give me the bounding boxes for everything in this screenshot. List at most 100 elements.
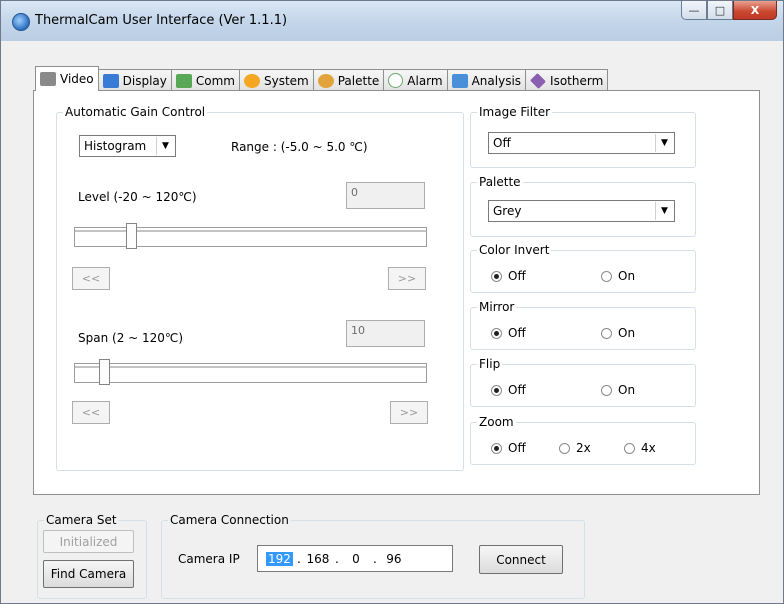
span-label: Span (2 ~ 120℃) [78,331,184,345]
radio-label: On [618,326,636,340]
palette-legend: Palette [479,175,521,189]
close-button[interactable]: X [733,1,777,20]
level-slider-thumb[interactable] [126,223,137,249]
flip-off-radio[interactable]: Off [491,383,526,397]
image-filter-select[interactable]: Off ▼ [488,132,675,154]
color-invert-group: Color Invert [470,243,696,293]
radio-label: Off [508,441,526,455]
span-slider[interactable] [74,359,427,385]
zoom-group: Zoom [470,415,696,465]
window-title: ThermalCam User Interface (Ver 1.1.1) [35,13,288,28]
window-controls: — □ X [681,1,777,21]
level-decrease-button[interactable]: << [72,267,110,290]
ip-octet-1[interactable]: 192 [266,551,293,566]
tab-alarm[interactable]: Alarm [383,69,448,91]
radio-label: Off [508,326,526,340]
agc-mode-select[interactable]: Histogram ▼ [79,135,176,157]
zoom-legend: Zoom [479,415,514,429]
agc-range-text: Range : (-5.0 ~ 5.0 ℃) [231,140,368,154]
level-value-field[interactable]: 0 [346,182,425,209]
radio-unselected-icon [601,270,612,282]
span-slider-groove [75,366,426,368]
app-icon [12,13,30,31]
span-value-field[interactable]: 10 [346,320,425,347]
initialized-button[interactable]: Initialized [43,530,134,553]
tab-label: Display [122,73,167,88]
maximize-button[interactable]: □ [707,1,733,20]
zoom-off-radio[interactable]: Off [491,441,526,455]
radio-unselected-icon [559,442,570,454]
tab-label: Analysis [471,73,522,88]
ip-separator: . [334,551,339,566]
tab-isotherm[interactable]: Isotherm [525,69,609,91]
level-increase-button[interactable]: >> [388,267,426,290]
agc-legend: Automatic Gain Control [65,105,206,119]
span-increase-button[interactable]: >> [390,401,428,424]
tab-system[interactable]: System [238,69,314,91]
monitor-icon [102,73,119,88]
mirror-off-radio[interactable]: Off [491,326,526,340]
camera-set-legend: Camera Set [46,513,117,527]
chevron-down-icon: ▼ [655,202,673,220]
tab-label: Palette [337,73,380,88]
palette-select[interactable]: Grey ▼ [488,200,675,222]
flip-legend: Flip [479,357,501,371]
video-icon [40,72,56,86]
palette-icon [317,73,334,88]
mirror-legend: Mirror [479,300,515,314]
ip-separator: . [372,551,377,566]
span-slider-thumb[interactable] [99,359,110,385]
tab-label: Comm [195,73,235,88]
zoom-4x-radio[interactable]: 4x [624,441,656,455]
chevron-down-icon: ▼ [156,137,174,155]
radio-label: 2x [576,441,591,455]
tab-display[interactable]: Display [97,69,172,91]
connect-button[interactable]: Connect [479,545,563,574]
ip-octet-2[interactable]: 168 [305,552,331,566]
level-slider[interactable] [74,223,427,249]
chart-icon [451,73,468,88]
gear-icon [243,73,260,88]
minimize-button[interactable]: — [681,1,707,20]
radio-label: Off [508,269,526,283]
radio-unselected-icon [601,384,612,396]
ip-separator: . [296,551,301,566]
radio-selected-icon [491,384,502,396]
mirror-group: Mirror [470,300,696,350]
flip-on-radio[interactable]: On [601,383,635,397]
chevron-down-icon: ▼ [655,134,673,152]
title-bar[interactable]: ThermalCam User Interface (Ver 1.1.1) — … [1,1,783,41]
radio-label: Off [508,383,526,397]
tab-label: Isotherm [550,73,604,88]
radio-selected-icon [491,442,502,454]
color-invert-legend: Color Invert [479,243,550,257]
agc-mode-value: Histogram [84,139,147,153]
radio-selected-icon [491,270,502,282]
find-camera-button[interactable]: Find Camera [43,560,134,588]
radio-label: On [618,269,636,283]
tab-label: Alarm [407,73,443,88]
diamond-icon [530,72,547,89]
tab-video[interactable]: Video [35,66,99,91]
radio-label: 4x [641,441,656,455]
span-decrease-button[interactable]: << [72,401,110,424]
level-label: Level (-20 ~ 120℃) [78,190,197,204]
minimize-icon: — [688,3,700,17]
tab-comm[interactable]: Comm [170,69,240,91]
zoom-2x-radio[interactable]: 2x [559,441,591,455]
tab-palette[interactable]: Palette [312,69,385,91]
radio-selected-icon [491,327,502,339]
color-invert-on-radio[interactable]: On [601,269,635,283]
tab-label: System [263,73,309,88]
network-icon [175,73,192,88]
tab-label: Video [60,72,94,86]
radio-label: On [618,383,636,397]
color-invert-off-radio[interactable]: Off [491,269,526,283]
maximize-icon: □ [714,3,726,17]
close-icon: X [750,3,760,17]
ip-octet-4[interactable]: 96 [381,552,407,566]
camera-ip-input[interactable]: 192 . 168 . 0 . 96 [257,545,453,572]
mirror-on-radio[interactable]: On [601,326,635,340]
tab-analysis[interactable]: Analysis [446,69,527,91]
ip-octet-3[interactable]: 0 [343,552,369,566]
